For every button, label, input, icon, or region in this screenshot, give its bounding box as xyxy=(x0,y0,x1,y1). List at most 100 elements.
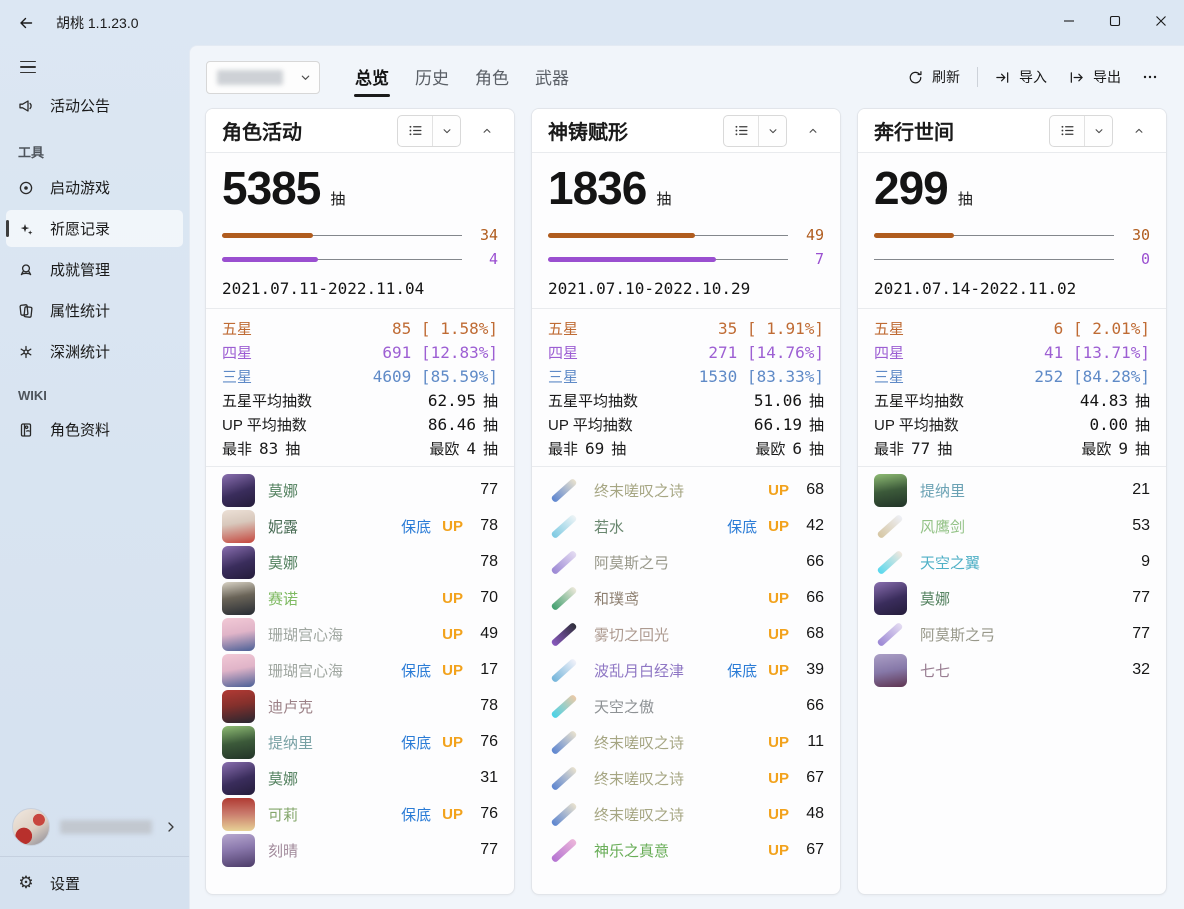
gacha-item-row[interactable]: 莫娜 77 xyxy=(874,580,1150,616)
gacha-item-row[interactable]: 和璞鸢 UP 66 xyxy=(548,580,824,616)
gacha-item-row[interactable]: 七七 32 xyxy=(874,652,1150,688)
gacha-item-row[interactable]: 神乐之真意 UP 67 xyxy=(548,832,824,868)
nav-toggle-button[interactable] xyxy=(10,51,46,83)
tab-history[interactable]: 历史 xyxy=(406,56,458,99)
gacha-item-row[interactable]: 终末嗟叹之诗 UP 11 xyxy=(548,724,824,760)
pity5-value: 49 xyxy=(798,226,824,244)
star-label[interactable]: 三星 xyxy=(874,366,904,387)
star-label[interactable]: 五星 xyxy=(874,318,904,339)
average-value: 62.95 xyxy=(428,391,476,410)
weapon-art xyxy=(551,729,578,754)
pity4-progress: 4 xyxy=(222,247,498,271)
chevron-down-icon xyxy=(442,126,452,136)
item-name: 终末嗟叹之诗 xyxy=(594,768,684,789)
item-pull-count: 66 xyxy=(800,553,824,571)
gacha-item-row[interactable]: 赛诺 UP 70 xyxy=(222,580,498,616)
sidebar-item-abyss-stats[interactable]: 深渊统计 xyxy=(6,333,183,370)
star-stat-row: 三星 252 [84.28%] xyxy=(874,364,1150,388)
gacha-item-row[interactable]: 迪卢克 78 xyxy=(222,688,498,724)
card-summary: 5385 抽 34 4 2021.07.11-2022.11.04 xyxy=(206,153,514,308)
pity4-fill xyxy=(548,257,716,262)
gacha-item-row[interactable]: 珊瑚宫心海 保底 UP 17 xyxy=(222,652,498,688)
titlebar: 胡桃 1.1.23.0 xyxy=(0,0,1184,45)
average-value: 86.46 xyxy=(428,415,476,434)
gacha-item-row[interactable]: 天空之傲 66 xyxy=(548,688,824,724)
card-title: 奔行世间 xyxy=(874,116,1049,145)
gacha-item-row[interactable]: 莫娜 31 xyxy=(222,760,498,796)
user-account-row[interactable] xyxy=(0,800,189,856)
gacha-item-row[interactable]: 天空之翼 9 xyxy=(874,544,1150,580)
star-label[interactable]: 三星 xyxy=(548,366,578,387)
tab-weapon[interactable]: 武器 xyxy=(526,56,578,99)
collapse-card-button[interactable] xyxy=(470,115,504,147)
sidebar-item-character-wiki[interactable]: 角色资料 xyxy=(6,411,183,448)
chevron-right-icon xyxy=(165,821,177,833)
card-summary: 1836 抽 49 7 2021.07.10-2022.10.29 xyxy=(532,153,840,308)
star-label[interactable]: 三星 xyxy=(222,366,252,387)
gacha-item-row[interactable]: 阿莫斯之弓 77 xyxy=(874,616,1150,652)
star-label[interactable]: 五星 xyxy=(222,318,252,339)
gacha-item-row[interactable]: 刻晴 77 xyxy=(222,832,498,868)
item-name: 和璞鸢 xyxy=(594,588,639,609)
wish-record-icon xyxy=(17,220,35,238)
gacha-item-row[interactable]: 雾切之回光 UP 68 xyxy=(548,616,824,652)
gacha-item-row[interactable]: 莫娜 77 xyxy=(222,472,498,508)
weapon-art xyxy=(877,513,904,538)
weapon-art xyxy=(551,549,578,574)
list-mode-dropdown[interactable] xyxy=(1085,116,1112,146)
sidebar-item-avatar-stats[interactable]: 属性统计 xyxy=(6,292,183,329)
export-button[interactable]: 导出 xyxy=(1058,60,1132,94)
gacha-item-row[interactable]: 波乱月白经津 保底 UP 39 xyxy=(548,652,824,688)
gacha-item-row[interactable]: 终末嗟叹之诗 UP 48 xyxy=(548,796,824,832)
sidebar-item-wish-records[interactable]: 祈愿记录 xyxy=(6,210,183,247)
up-badge: UP xyxy=(768,770,789,787)
collapse-card-button[interactable] xyxy=(796,115,830,147)
tab-overview[interactable]: 总览 xyxy=(346,56,398,99)
list-mode-dropdown[interactable] xyxy=(759,116,786,146)
gacha-item-row[interactable]: 妮露 保底 UP 78 xyxy=(222,508,498,544)
gacha-item-row[interactable]: 若水 保底 UP 42 xyxy=(548,508,824,544)
gacha-item-row[interactable]: 阿莫斯之弓 66 xyxy=(548,544,824,580)
sidebar-item-announcements[interactable]: 活动公告 xyxy=(6,87,183,124)
star-label[interactable]: 五星 xyxy=(548,318,578,339)
gacha-item-row[interactable]: 风鹰剑 53 xyxy=(874,508,1150,544)
refresh-button[interactable]: 刷新 xyxy=(897,60,971,94)
gacha-item-row[interactable]: 终末嗟叹之诗 UP 67 xyxy=(548,760,824,796)
uid-selector[interactable] xyxy=(206,61,320,94)
star-label[interactable]: 四星 xyxy=(548,342,578,363)
gacha-item-row[interactable]: 莫娜 78 xyxy=(222,544,498,580)
weapon-art xyxy=(551,585,578,610)
gacha-item-row[interactable]: 提纳里 21 xyxy=(874,472,1150,508)
gacha-item-row[interactable]: 提纳里 保底 UP 76 xyxy=(222,724,498,760)
gacha-item-row[interactable]: 终末嗟叹之诗 UP 68 xyxy=(548,472,824,508)
list-view-button[interactable] xyxy=(724,116,758,146)
close-button[interactable] xyxy=(1138,0,1184,42)
more-button[interactable] xyxy=(1132,62,1168,92)
item-pull-count: 68 xyxy=(800,625,824,643)
sidebar-item-launch-game[interactable]: 启动游戏 xyxy=(6,169,183,206)
star-label[interactable]: 四星 xyxy=(874,342,904,363)
sidebar-item-achievements[interactable]: 成就管理 xyxy=(6,251,183,288)
back-button[interactable] xyxy=(10,8,42,38)
collapse-card-button[interactable] xyxy=(1122,115,1156,147)
list-icon xyxy=(408,123,423,138)
star-label[interactable]: 四星 xyxy=(222,342,252,363)
sidebar-item-settings[interactable]: ⚙ 设置 xyxy=(0,857,189,909)
import-button[interactable]: 导入 xyxy=(984,60,1058,94)
average-unit: 抽 xyxy=(1135,390,1150,411)
list-view-button[interactable] xyxy=(1050,116,1084,146)
tab-character[interactable]: 角色 xyxy=(466,56,518,99)
item-name: 风鹰剑 xyxy=(920,516,965,537)
gacha-item-row[interactable]: 可莉 保底 UP 76 xyxy=(222,796,498,832)
list-view-button[interactable] xyxy=(398,116,432,146)
average-label: UP 平均抽数 xyxy=(874,414,959,435)
up-badge: UP xyxy=(442,806,463,823)
gacha-item-row[interactable]: 珊瑚宫心海 UP 49 xyxy=(222,616,498,652)
maximize-button[interactable] xyxy=(1092,0,1138,42)
item-avatar xyxy=(874,654,907,687)
list-mode-dropdown[interactable] xyxy=(433,116,460,146)
minimize-button[interactable] xyxy=(1046,0,1092,42)
item-pull-count: 78 xyxy=(474,517,498,535)
guarantee-badge: 保底 xyxy=(727,516,757,537)
item-pull-count: 32 xyxy=(1126,661,1150,679)
